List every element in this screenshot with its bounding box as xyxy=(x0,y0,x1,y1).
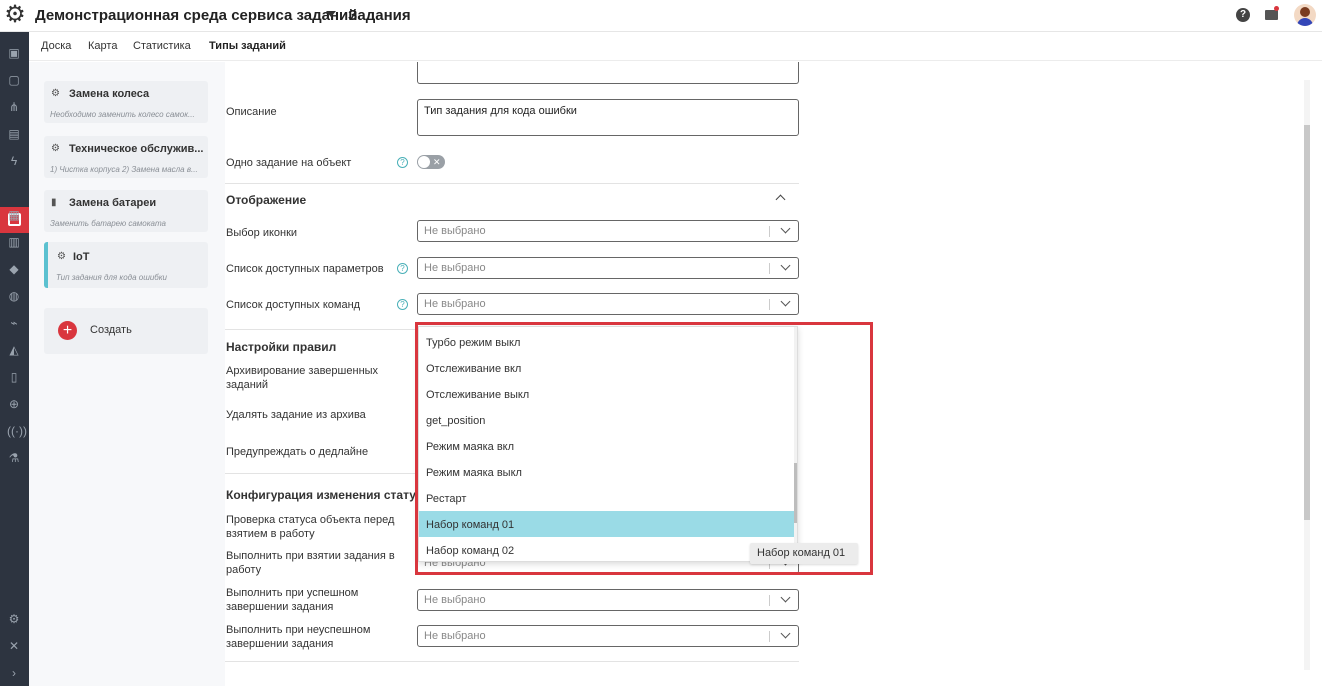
tag-icon[interactable]: ◆ xyxy=(7,262,21,276)
description-field[interactable]: Тип задания для кода ошибки xyxy=(417,99,799,136)
table-icon[interactable]: ▥ xyxy=(7,235,21,249)
tab-statistics[interactable]: Статистика xyxy=(133,40,191,52)
on-fail-label: Выполнить при неуспешном завершении зада… xyxy=(226,624,371,650)
route-icon[interactable]: ⌁ xyxy=(7,316,21,330)
task-type-title: Техническое обслужив... xyxy=(69,143,203,155)
tab-map[interactable]: Карта xyxy=(88,40,117,52)
rules-section-title: Настройки правил xyxy=(226,340,337,354)
scrollbar-thumb[interactable] xyxy=(1304,125,1310,520)
tooltip: Набор команд 01 xyxy=(750,543,858,564)
flask-icon[interactable]: ⚗ xyxy=(7,451,21,465)
task-type-title: Замена батареи xyxy=(69,197,157,209)
dashboard-icon[interactable]: ▦ xyxy=(7,208,21,222)
settings-icon[interactable]: ⚙ xyxy=(7,612,21,626)
antenna-icon[interactable]: ((·)) xyxy=(7,424,27,438)
gears-icon: ⚙ xyxy=(57,251,66,262)
display-section-title: Отображение xyxy=(226,193,307,207)
commands-select[interactable]: Не выбрано xyxy=(417,293,799,315)
task-type-subtitle: Тип задания для кода ошибки xyxy=(56,273,168,282)
gears-icon: ⚙ xyxy=(51,143,60,154)
task-types-panel: ⚙ Замена колеса Необходимо заменить коле… xyxy=(29,62,225,686)
tools-icon[interactable]: ✕ xyxy=(7,639,21,653)
select-value: Не выбрано xyxy=(424,298,486,310)
commands-label: Список доступных команд xyxy=(226,299,361,311)
one-task-label: Одно задание на объект xyxy=(226,157,352,169)
config-section-title: Конфигурация изменения стату xyxy=(226,488,416,502)
frame-icon[interactable]: ▢ xyxy=(7,73,21,87)
help-icon[interactable]: ? xyxy=(1236,8,1250,22)
create-button[interactable]: + Создать xyxy=(44,308,208,354)
calendar-icon[interactable]: ▤ xyxy=(7,127,21,141)
help-icon[interactable]: ? xyxy=(397,299,408,310)
document-icon[interactable]: ▯ xyxy=(7,370,21,384)
chevron-up-icon[interactable] xyxy=(775,194,786,205)
params-label: Список доступных параметров xyxy=(226,263,384,275)
divider xyxy=(225,473,415,474)
icon-select[interactable]: Не выбрано xyxy=(417,220,799,242)
top-bar: ⚙ Демонстрационная среда сервиса заданий… xyxy=(0,0,1322,32)
cube-icon[interactable]: ▣ xyxy=(7,46,21,60)
task-type-subtitle: 1) Чистка корпуса 2) Замена масла в... xyxy=(50,165,198,174)
highlight-annotation xyxy=(415,322,873,575)
globe-icon[interactable]: ◍ xyxy=(7,289,21,303)
select-value: Не выбрано xyxy=(424,262,486,274)
task-type-card[interactable]: ⚙ Замена колеса Необходимо заменить коле… xyxy=(44,81,208,123)
lightning-icon[interactable]: ϟ xyxy=(7,154,21,168)
app-title[interactable]: Демонстрационная среда сервиса заданий xyxy=(35,7,358,24)
tab-board[interactable]: Доска xyxy=(41,40,71,52)
select-value: Не выбрано xyxy=(424,594,486,606)
plus-circle-icon[interactable]: ⊕ xyxy=(7,397,21,411)
mail-icon[interactable] xyxy=(1265,10,1278,20)
gear-logo-icon[interactable]: ⚙ xyxy=(2,2,28,28)
description-label: Описание xyxy=(226,106,277,118)
on-take-label: Выполнить при взятии задания в работу xyxy=(226,550,395,576)
section-title: Задания xyxy=(348,7,411,24)
divider xyxy=(225,661,799,662)
select-value: Не выбрано xyxy=(424,630,486,642)
help-icon[interactable]: ? xyxy=(397,263,408,274)
task-type-subtitle: Заменить батарею самоката xyxy=(50,219,166,228)
task-type-subtitle: Необходимо заменить колесо самок... xyxy=(50,110,195,119)
delete-label: Удалять задание из архива xyxy=(226,409,366,421)
on-success-label: Выполнить при успешном завершении задани… xyxy=(226,587,359,613)
plus-icon: + xyxy=(58,321,77,340)
divider xyxy=(225,329,415,330)
divider xyxy=(225,183,799,184)
chevron-down-icon xyxy=(780,592,791,603)
task-type-title: Замена колеса xyxy=(69,88,150,100)
chevron-right-icon[interactable]: › xyxy=(7,666,21,680)
on-fail-select[interactable]: Не выбрано xyxy=(417,625,799,647)
chevron-down-icon xyxy=(780,223,791,234)
on-success-select[interactable]: Не выбрано xyxy=(417,589,799,611)
task-type-card[interactable]: ⚙ Техническое обслужив... 1) Чистка корп… xyxy=(44,136,208,178)
notification-dot-icon xyxy=(1274,6,1279,11)
archive-label: Архивирование завершенных заданий xyxy=(226,365,379,391)
page-scrollbar[interactable] xyxy=(1304,80,1310,670)
avatar[interactable] xyxy=(1294,4,1316,26)
battery-icon: ▮ xyxy=(51,197,57,208)
check-status-label: Проверка статуса объекта перед взятием в… xyxy=(226,514,395,540)
hierarchy-icon[interactable]: ⋔ xyxy=(7,100,21,114)
chevron-down-icon xyxy=(780,296,791,307)
icon-select-label: Выбор иконки xyxy=(226,227,298,239)
task-type-title: IoT xyxy=(73,251,90,263)
gear-icon: ⚙ xyxy=(51,88,60,99)
deadline-label: Предупреждать о дедлайне xyxy=(226,446,369,458)
one-task-toggle[interactable]: ✕ xyxy=(417,155,445,169)
name-field[interactable] xyxy=(417,62,799,84)
chevron-down-icon xyxy=(780,260,791,271)
sidebar: ▣ ▢ ⋔ ▤ ϟ ▦ ▥ ◆ ◍ ⌁ ◭ ▯ ⊕ ((·)) ⚗ ⚙ ✕ › xyxy=(0,32,29,686)
params-select[interactable]: Не выбрано xyxy=(417,257,799,279)
create-label: Создать xyxy=(90,324,132,336)
users-icon[interactable]: ◭ xyxy=(7,343,21,357)
help-icon[interactable]: ? xyxy=(397,157,408,168)
nav-tabs: Доска Карта Статистика Типы заданий xyxy=(29,32,1322,61)
tab-task-types[interactable]: Типы заданий xyxy=(209,40,286,52)
chevron-down-icon[interactable] xyxy=(326,11,336,17)
chevron-down-icon xyxy=(780,628,791,639)
task-type-card[interactable]: ▮ Замена батареи Заменить батарею самока… xyxy=(44,190,208,232)
task-type-card-selected[interactable]: ⚙ IoT Тип задания для кода ошибки xyxy=(44,242,208,288)
select-value: Не выбрано xyxy=(424,225,486,237)
